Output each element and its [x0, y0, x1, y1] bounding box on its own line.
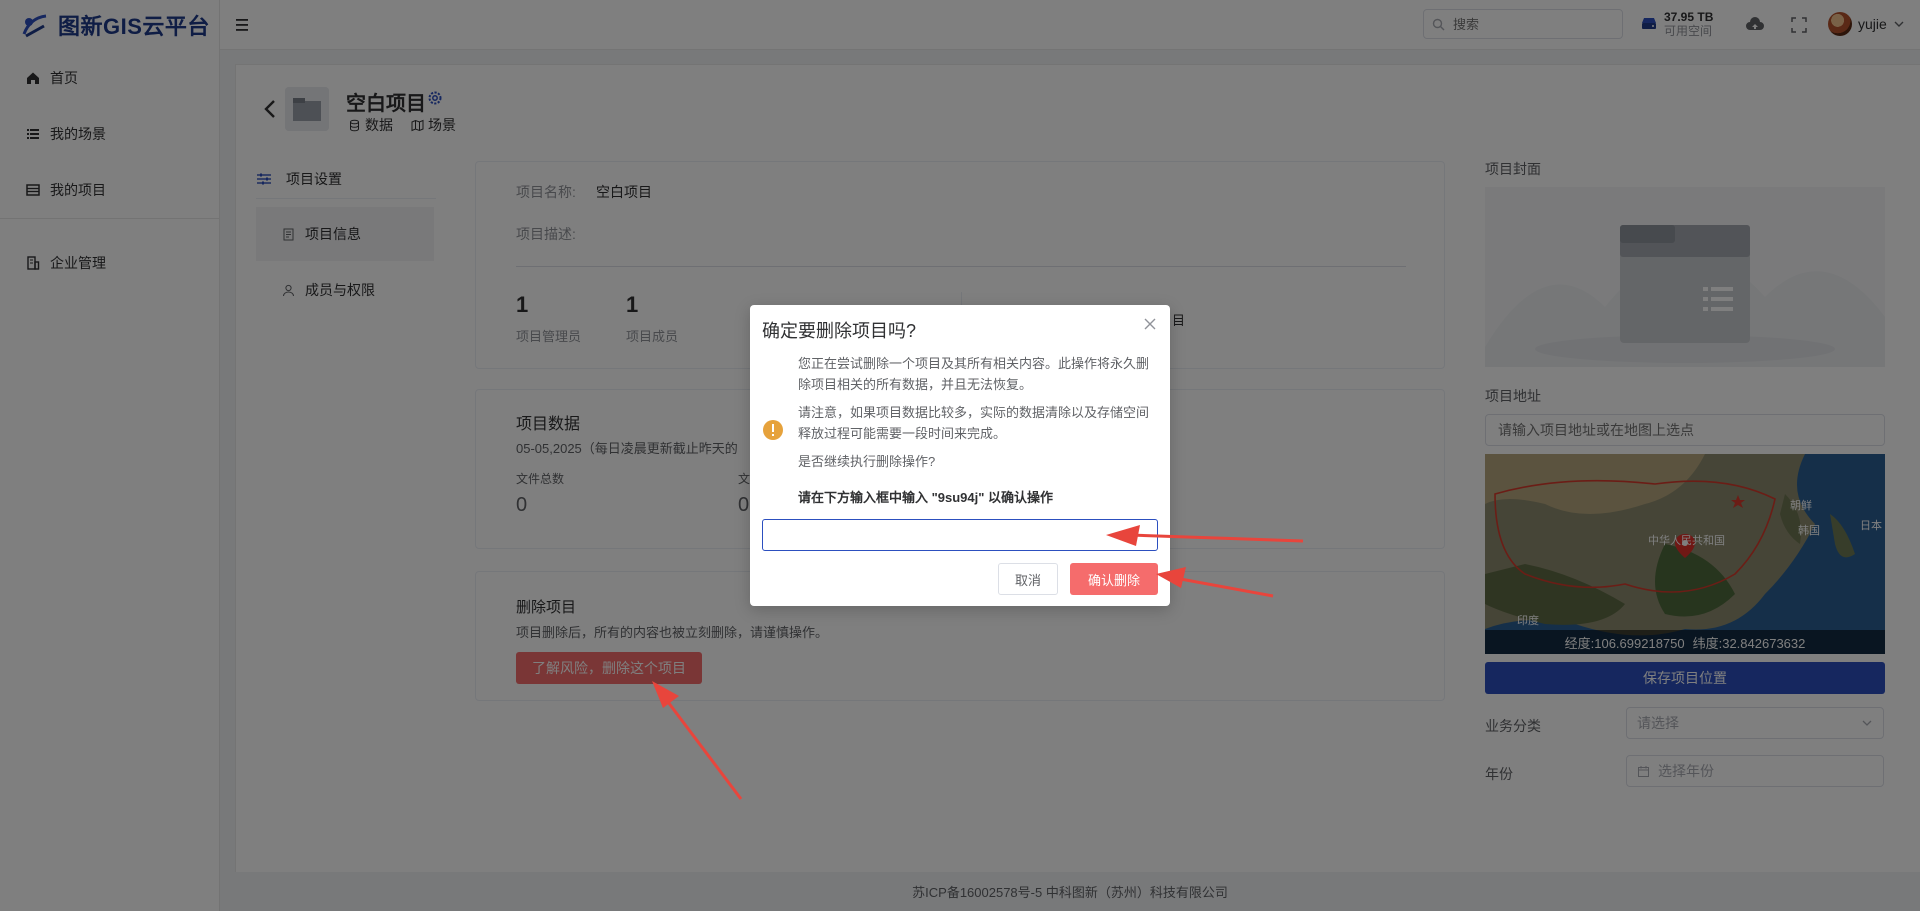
warning-icon [763, 420, 783, 440]
dialog-confirm-hint: 请在下方输入框中输入 "9su94j" 以确认操作 [798, 490, 1054, 505]
dialog-question-text: 是否继续执行删除操作? [798, 454, 936, 469]
cancel-button[interactable]: 取消 [998, 563, 1058, 595]
delete-confirm-dialog: 确定要删除项目吗? 您正在尝试删除一个项目及其所有相关内容。此操作将永久删除项目… [750, 305, 1170, 606]
confirm-delete-button[interactable]: 确认删除 [1070, 563, 1158, 595]
dialog-title: 确定要删除项目吗? [762, 321, 917, 341]
dialog-note-text: 请注意，如果项目数据比较多，实际的数据清除以及存储空间释放过程可能需要一段时间来… [798, 405, 1150, 441]
dialog-warning-text: 您正在尝试删除一个项目及其所有相关内容。此操作将永久删除项目相关的所有数据，并且… [798, 356, 1150, 392]
confirm-code-input[interactable] [762, 519, 1158, 551]
close-icon[interactable] [1143, 317, 1157, 331]
